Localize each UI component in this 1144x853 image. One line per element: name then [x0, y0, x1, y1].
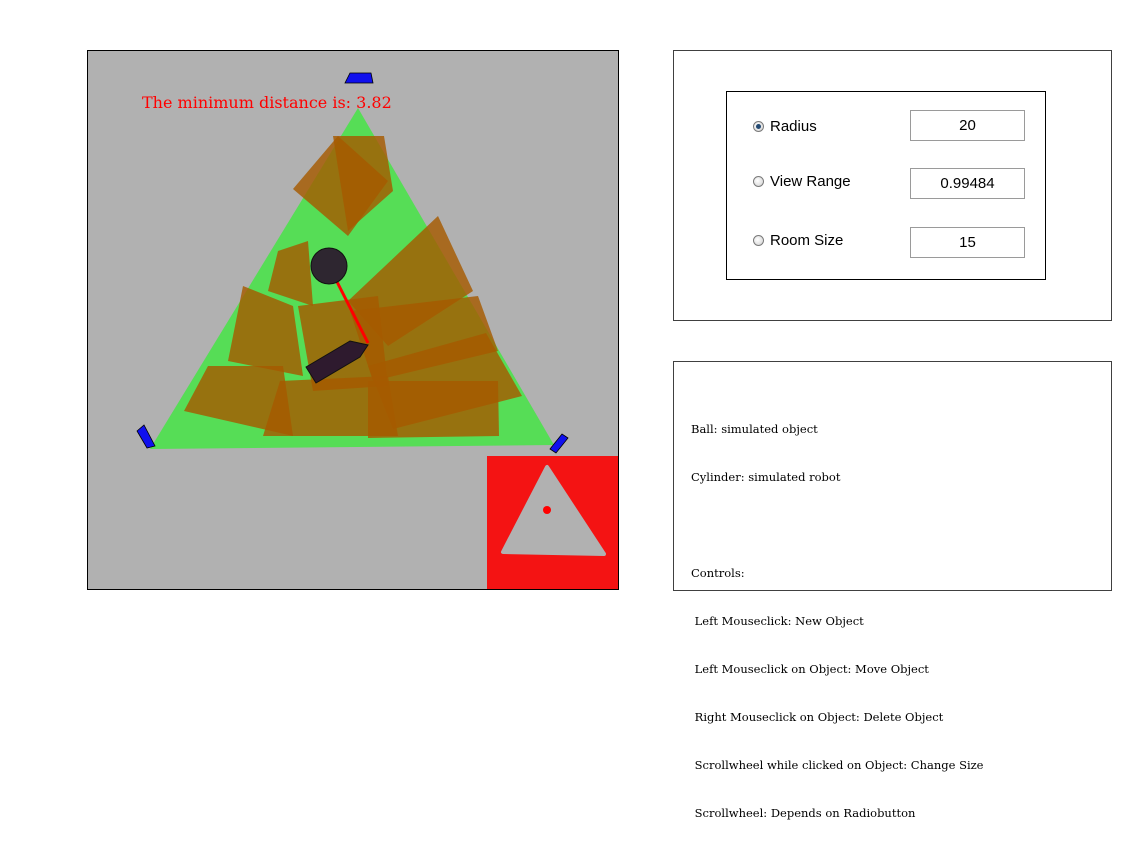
info-line: Controls: [691, 566, 745, 580]
radius-label: Radius [770, 117, 817, 135]
info-text: Ball: simulated object Cylinder: simulat… [691, 389, 984, 853]
view-range-radio[interactable] [753, 175, 764, 187]
room-size-radio[interactable] [753, 234, 764, 246]
info-line: Scrollwheel: Depends on Radiobutton [691, 806, 916, 820]
control-panel: Radius View Range Room Size [673, 50, 1112, 321]
info-line: Scrollwheel while clicked on Object: Cha… [691, 758, 984, 772]
view-range-label: View Range [770, 172, 851, 190]
info-line: Left Mouseclick: New Object [691, 614, 864, 628]
sensor-marker [344, 72, 374, 84]
info-line: Left Mouseclick on Object: Move Object [691, 662, 929, 676]
room-size-input[interactable] [910, 227, 1025, 258]
info-line: Right Mouseclick on Object: Delete Objec… [691, 710, 944, 724]
info-panel: Ball: simulated object Cylinder: simulat… [673, 361, 1112, 820]
room-overview-triangle [501, 465, 606, 556]
ball-object[interactable] [310, 247, 348, 285]
room-size-row[interactable]: Room Size [753, 228, 843, 252]
robot-position-marker [543, 506, 551, 514]
sensor-marker [136, 424, 156, 449]
room-overview-inset [487, 456, 618, 589]
radius-input[interactable] [910, 110, 1025, 141]
sensor-cone [368, 381, 499, 438]
view-range-input[interactable] [910, 168, 1025, 199]
parameter-group: Radius View Range Room Size [726, 91, 1046, 280]
info-line [691, 517, 984, 533]
view-range-row[interactable]: View Range [753, 169, 851, 193]
info-line: Ball: simulated object [691, 422, 818, 436]
radius-row[interactable]: Radius [753, 114, 817, 138]
simulation-panel[interactable]: The minimum distance is: 3.82 [87, 50, 619, 590]
radius-radio[interactable] [753, 120, 764, 132]
room-size-label: Room Size [770, 231, 844, 249]
info-line: Cylinder: simulated robot [691, 470, 841, 484]
min-distance-label: The minimum distance is: 3.82 [142, 93, 392, 112]
